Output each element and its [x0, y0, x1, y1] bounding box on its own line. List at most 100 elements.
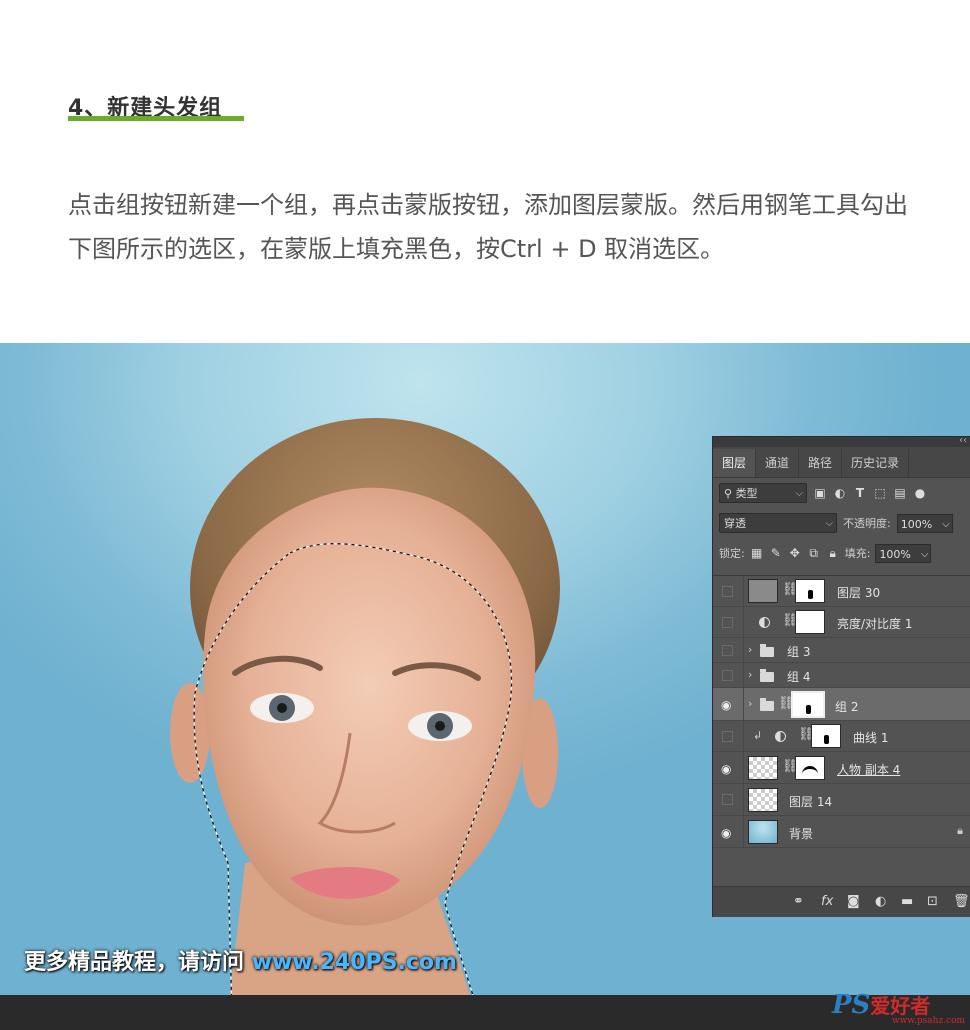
visibility-toggle[interactable] — [722, 794, 733, 805]
visibility-toggle[interactable] — [722, 617, 733, 628]
expand-arrow-icon[interactable]: › — [748, 668, 752, 681]
layers-list: ⛓ 图层 30 ⛓ 亮度/对比度 1 › 组 3 › 组 4 ◉ › ⛓ 组 2… — [713, 575, 970, 858]
eye-icon[interactable]: ◉ — [721, 762, 735, 776]
layer-name: 组 4 — [787, 670, 811, 684]
lock-label: 锁定: — [719, 547, 745, 560]
opacity-field[interactable]: 100% ⌵ — [896, 513, 953, 533]
clipping-arrow-icon: ↲ — [753, 729, 763, 742]
expand-arrow-icon[interactable]: › — [748, 697, 752, 710]
site-logo: PS爱好者 www.psahz.com — [832, 990, 965, 1026]
layer-name: 亮度/对比度 1 — [837, 617, 913, 631]
folder-icon — [760, 669, 774, 682]
lock-position-icon[interactable]: ✥ — [788, 546, 802, 560]
chevron-down-icon: ⌵ — [920, 548, 929, 560]
lock-artboard-icon[interactable]: ⧉ — [807, 546, 821, 561]
visibility-toggle[interactable] — [722, 731, 733, 742]
fill-label: 填充: — [844, 547, 871, 560]
adjustment-filter-icon[interactable]: ◐ — [833, 486, 847, 500]
panel-header-strip: ‹‹ — [713, 435, 970, 447]
lock-all-icon[interactable]: 🔒︎ — [826, 546, 840, 561]
new-layer-icon[interactable]: ⊡ — [927, 894, 938, 909]
shape-filter-icon[interactable]: ⬚ — [873, 486, 887, 500]
watermark: 更多精品教程，请访问 www.240PS.com — [24, 944, 457, 976]
opacity-value: 100% — [900, 517, 933, 531]
layer-thumbnail — [748, 579, 778, 603]
lock-pixels-icon[interactable]: ✎ — [769, 546, 783, 560]
add-mask-icon[interactable]: ◙ — [847, 894, 860, 909]
logo-cn: 爱好者 — [870, 994, 931, 1018]
watermark-text: 更多精品教程，请访问 — [24, 950, 245, 975]
new-group-icon[interactable]: ▬ — [901, 894, 913, 909]
layer-mask-thumbnail[interactable] — [795, 579, 825, 603]
filter-row: ⚲ 类型 ⌵ ▣ ◐ T ⬚ ▤ ● — [713, 478, 970, 508]
instruction-paragraph: 点击组按钮新建一个组，再点击蒙版按钮，添加图层蒙版。然后用钢笔工具勾出下图所示的… — [68, 191, 908, 263]
tab-history[interactable]: 历史记录 — [842, 449, 910, 477]
layer-name: 图层 30 — [837, 586, 881, 600]
filter-kind-select[interactable]: ⚲ 类型 ⌵ — [719, 483, 807, 503]
fill-value: 100% — [879, 547, 911, 561]
chevron-down-icon: ⌵ — [825, 518, 833, 529]
lock-icon: 🔒︎ — [957, 824, 963, 837]
watermark-url[interactable]: www.240PS.com — [252, 950, 457, 975]
adjustment-icon — [759, 617, 770, 628]
visibility-toggle[interactable] — [722, 586, 733, 597]
layers-panel: ‹‹ 图层 通道 路径 历史记录 ⚲ 类型 ⌵ ▣ ◐ T ⬚ ▤ ● 穿透 ⌵… — [712, 435, 970, 917]
layer-row-selected[interactable]: ◉ › ⛓ 组 2 — [713, 688, 970, 721]
layer-name: 背景 — [789, 827, 814, 841]
lock-transparency-icon[interactable]: ▦ — [750, 546, 764, 560]
layer-name: 组 3 — [787, 645, 811, 659]
visibility-toggle[interactable] — [722, 670, 733, 681]
blend-mode-select[interactable]: 穿透 ⌵ — [719, 513, 837, 533]
image-filter-icon[interactable]: ▣ — [813, 486, 827, 500]
layer-row[interactable]: › 组 4 — [713, 663, 970, 688]
layer-name: 组 2 — [835, 700, 859, 714]
folder-icon — [760, 644, 774, 657]
layer-mask-thumbnail[interactable] — [795, 610, 825, 634]
layer-row[interactable]: ⛓ 亮度/对比度 1 — [713, 607, 970, 638]
tab-layers[interactable]: 图层 — [713, 449, 757, 477]
eye-icon[interactable]: ◉ — [721, 698, 735, 712]
tab-channels[interactable]: 通道 — [756, 449, 800, 477]
panel-tabs: 图层 通道 路径 历史记录 — [713, 447, 970, 478]
tab-paths[interactable]: 路径 — [799, 449, 843, 477]
folder-icon — [760, 698, 774, 711]
title-underline — [68, 116, 244, 121]
lock-row: 锁定: ▦ ✎ ✥ ⧉ 🔒︎ 填充: 100% ⌵ — [713, 538, 970, 568]
bottom-band — [0, 995, 970, 1030]
logo-brand: PS — [832, 990, 871, 1020]
layer-name: 人物 副本 4 — [837, 763, 901, 777]
expand-arrow-icon[interactable]: › — [748, 643, 752, 656]
link-layers-icon[interactable]: ⚭ — [793, 894, 804, 909]
smart-object-filter-icon[interactable]: ▤ — [893, 486, 907, 500]
layer-mask-thumbnail[interactable] — [811, 724, 841, 748]
blend-row: 穿透 ⌵ 不透明度: 100% ⌵ — [713, 508, 970, 538]
layer-mask-thumbnail[interactable] — [791, 691, 825, 718]
chevron-down-icon: ⌵ — [942, 518, 950, 530]
layer-name: 曲线 1 — [853, 731, 889, 745]
panel-footer: ⚭ fx ◙ ◐ ▬ ⊡ 🗑︎ — [713, 886, 970, 917]
layer-row[interactable]: ⛓ 图层 30 — [713, 576, 970, 607]
layer-row[interactable]: › 组 3 — [713, 638, 970, 663]
fx-icon[interactable]: fx — [821, 894, 833, 909]
layer-row[interactable]: ↲ ⛓ 曲线 1 — [713, 721, 970, 752]
visibility-toggle[interactable] — [722, 645, 733, 656]
layer-row[interactable]: ◉ ⛓ 人物 副本 4 — [713, 752, 970, 784]
type-filter-icon[interactable]: T — [853, 486, 867, 500]
filter-toggle-icon[interactable]: ● — [913, 486, 927, 500]
layer-thumbnail — [748, 788, 778, 812]
search-icon: ⚲ — [724, 487, 733, 500]
eye-icon[interactable]: ◉ — [721, 826, 735, 840]
opacity-label: 不透明度: — [843, 517, 891, 530]
filter-kind-label: 类型 — [735, 487, 758, 500]
logo-url: www.psahz.com — [892, 1016, 966, 1026]
layer-name: 图层 14 — [789, 795, 833, 809]
new-adjustment-icon[interactable]: ◐ — [875, 894, 886, 909]
fill-field[interactable]: 100% ⌵ — [875, 543, 932, 563]
layer-thumbnail — [748, 756, 778, 780]
collapse-icon[interactable]: ‹‹ — [959, 435, 967, 446]
blend-mode-value: 穿透 — [724, 517, 746, 530]
layer-row[interactable]: ◉ 背景 🔒︎ — [713, 816, 970, 848]
trash-icon[interactable]: 🗑︎ — [953, 894, 970, 909]
layer-mask-thumbnail[interactable] — [795, 756, 825, 780]
layer-row[interactable]: 图层 14 — [713, 784, 970, 816]
